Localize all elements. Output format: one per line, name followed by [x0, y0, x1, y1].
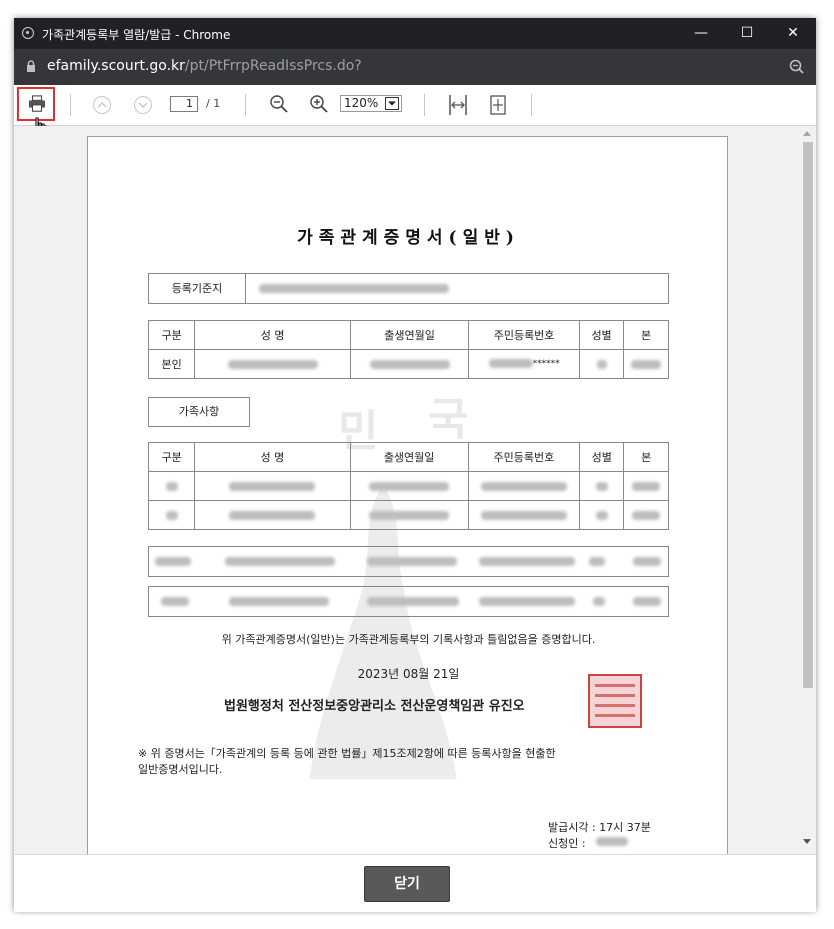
col-header: 본 — [623, 442, 669, 472]
rrn-cell: ****** — [468, 349, 580, 379]
note-line-2: 일반증명서입니다. — [138, 763, 223, 776]
title-bar: 가족관계등록부 열람/발급 - Chrome — ☐ ✕ — [14, 18, 816, 49]
col-header: 본 — [623, 320, 669, 350]
zoom-select[interactable]: 120% — [340, 95, 402, 112]
self-table: 구분 성 명 출생연월일 주민등록번호 성별 본 본인 ****** — [147, 320, 669, 379]
issue-time: 발급시각 : 17시 37분 — [548, 821, 651, 834]
previous-page-icon[interactable] — [92, 95, 112, 115]
col-header: 구분 — [147, 320, 196, 350]
family-table: 구분 성 명 출생연월일 주민등록번호 성별 본 — [147, 442, 669, 530]
col-header: 주민등록번호 — [467, 442, 581, 472]
toolbar-divider — [70, 94, 71, 116]
watermark-text: 국 — [428, 394, 469, 445]
toolbar-divider — [531, 94, 532, 116]
pdf-viewer[interactable]: 민 국 가족관계증명서(일반) 등록기준지 구분 성 명 출생연월일 주민등록번… — [14, 126, 816, 854]
col-header: 주민등록번호 — [468, 320, 580, 350]
family-row-box — [148, 586, 669, 617]
family-section-label: 가족사항 — [148, 397, 250, 427]
applicant-label: 신청인 : — [548, 837, 586, 850]
col-header: 성 명 — [194, 320, 351, 350]
family-row-box — [148, 546, 669, 577]
url-text[interactable]: efamily.scourt.go.kr/pt/PtFrrpReadIssPrc… — [47, 58, 362, 74]
zoom-out-icon[interactable] — [269, 94, 289, 114]
zoom-value: 120% — [344, 96, 379, 110]
col-header: 출생연월일 — [349, 442, 469, 472]
zoom-in-icon[interactable] — [309, 94, 329, 114]
next-page-icon[interactable] — [133, 95, 153, 115]
official-seal — [588, 674, 642, 728]
redacted-cell — [349, 349, 470, 379]
minimize-button[interactable]: — — [678, 18, 724, 49]
registration-base-box: 등록기준지 — [148, 273, 669, 304]
redacted-cell — [623, 349, 669, 379]
toolbar-divider — [424, 94, 425, 116]
redacted-cell — [194, 349, 351, 379]
rrn-suffix: ****** — [532, 359, 560, 369]
col-header: 성 명 — [194, 442, 351, 472]
table-row — [147, 471, 669, 501]
col-header: 성별 — [579, 442, 625, 472]
certificate-title: 가족관계증명서(일반) — [297, 228, 520, 248]
redacted-applicant — [596, 837, 628, 846]
dialog-footer: 닫기 — [14, 854, 816, 912]
printer-icon — [28, 95, 46, 112]
scroll-up-icon[interactable] — [803, 131, 811, 136]
pdf-toolbar: 1 / 1 120% — [14, 85, 816, 137]
url-host: efamily.scourt.go.kr — [47, 58, 185, 74]
fit-width-icon[interactable] — [448, 94, 468, 116]
toolbar-divider — [245, 94, 246, 116]
page-number-input[interactable]: 1 — [170, 96, 198, 112]
row-label: 본인 — [147, 349, 196, 379]
browser-window: 가족관계등록부 열람/발급 - Chrome — ☐ ✕ efamily.sco… — [14, 18, 816, 912]
scrollbar-thumb[interactable] — [803, 142, 813, 688]
table-row: 본인 ****** — [147, 349, 669, 379]
issuer-name: 법원행정처 전산정보중앙관리소 전산운영책임관 유진오 — [224, 699, 525, 714]
close-button[interactable]: 닫기 — [364, 866, 450, 902]
maximize-button[interactable]: ☐ — [724, 18, 770, 49]
scroll-down-icon[interactable] — [803, 839, 811, 844]
redacted-cell — [578, 349, 625, 379]
page-total: / 1 — [206, 97, 221, 110]
chrome-icon — [22, 27, 34, 39]
table-row — [147, 500, 669, 530]
zoom-icon[interactable] — [788, 58, 806, 76]
certify-statement: 위 가족관계증명서(일반)는 가족관계등록부의 기록사항과 틀림없음을 증명합니… — [221, 633, 596, 646]
chevron-down-icon — [385, 97, 399, 110]
fit-page-icon[interactable] — [488, 94, 508, 116]
col-header: 구분 — [147, 442, 196, 472]
col-header: 성별 — [578, 320, 625, 350]
window-title: 가족관계등록부 열람/발급 - Chrome — [42, 28, 231, 42]
note-line-1: ※ 위 증명서는「가족관계의 등록 등에 관한 법률」제15조제2항에 따른 등… — [138, 747, 556, 760]
address-bar[interactable]: efamily.scourt.go.kr/pt/PtFrrpReadIssPrc… — [14, 49, 816, 85]
close-window-button[interactable]: ✕ — [770, 18, 816, 49]
col-header: 출생연월일 — [349, 320, 470, 350]
vertical-scrollbar[interactable] — [799, 126, 816, 854]
url-path: /pt/PtFrrpReadIssPrcs.do? — [184, 58, 362, 74]
lock-icon — [27, 60, 35, 72]
certificate-page: 민 국 가족관계증명서(일반) 등록기준지 구분 성 명 출생연월일 주민등록번… — [87, 136, 728, 854]
registration-base-label: 등록기준지 — [149, 274, 246, 303]
redacted-address — [259, 284, 449, 293]
